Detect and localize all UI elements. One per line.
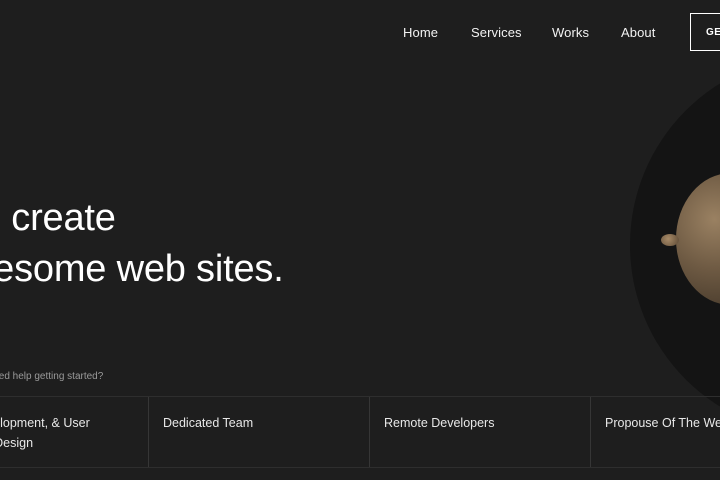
hero-subtext: Need help getting started?: [0, 371, 104, 382]
feature-item-web-development[interactable]: Web Development, & User Interface Design: [0, 397, 149, 467]
nav-link-home[interactable]: Home: [403, 25, 438, 40]
nav-link-works[interactable]: Works: [552, 25, 589, 40]
page: Home Services Works About GET IN TOUCH W…: [0, 0, 720, 480]
feature-label: Web Development, & User Interface Design: [0, 413, 90, 453]
feature-strip: Web Development, & User Interface Design…: [0, 396, 720, 468]
feature-item-dedicated-team[interactable]: Dedicated Team: [149, 397, 370, 467]
hero-headline: We create awesome web sites.: [0, 193, 284, 295]
nav-link-services[interactable]: Services: [471, 25, 522, 40]
feature-label: Propouse Of The Website: [605, 416, 720, 430]
feature-label: Dedicated Team: [163, 416, 254, 430]
hero-headline-line-1: We create: [0, 197, 116, 239]
get-in-touch-button[interactable]: GET IN TOUCH: [690, 13, 720, 51]
feature-label-line-1: Web Development, & User: [0, 416, 90, 430]
top-navigation: Home Services Works About GET IN TOUCH: [0, 0, 720, 70]
hero-headline-line-2: awesome web sites.: [0, 248, 284, 290]
bronze-orb-handle-graphic: [661, 234, 679, 246]
feature-label-line-2: Interface Design: [0, 436, 34, 450]
feature-item-purpose-of-website[interactable]: Propouse Of The Website: [591, 397, 720, 467]
feature-label: Remote Developers: [384, 416, 495, 430]
nav-link-about[interactable]: About: [621, 25, 655, 40]
feature-item-remote-developers[interactable]: Remote Developers: [370, 397, 591, 467]
